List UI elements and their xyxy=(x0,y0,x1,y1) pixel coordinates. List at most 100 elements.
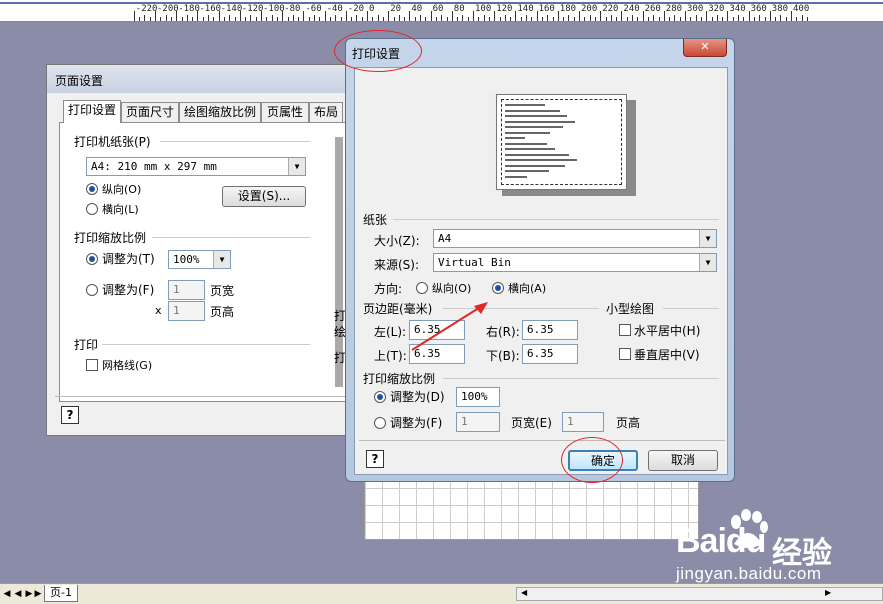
chevron-down-icon[interactable]: ▼ xyxy=(699,230,716,247)
page-setup-dialog: 页面设置 打印设置 页面尺寸 绘图缩放比例 页属性 布局 打印机纸张(P) A4… xyxy=(46,64,351,436)
fit-to-pages-radio[interactable] xyxy=(86,284,98,296)
fit-wide-input[interactable]: 1 xyxy=(168,280,205,300)
portrait-radio[interactable] xyxy=(86,183,98,195)
adjust-to-percent-radio[interactable] xyxy=(86,253,98,265)
ruler-minor-tick xyxy=(547,15,549,21)
zoom-percent-input[interactable]: 100% xyxy=(456,387,500,407)
ruler-minor-tick xyxy=(568,15,570,21)
close-icon[interactable]: ✕ xyxy=(683,39,727,57)
paper-size-select[interactable]: A4: 210 mm x 297 mm ▼ xyxy=(86,157,306,176)
bottom-margin-input[interactable]: 6.35 xyxy=(522,344,578,364)
ruler-label: 220 xyxy=(602,4,619,14)
ruler-minor-tick xyxy=(711,17,713,21)
ruler-minor-tick xyxy=(234,17,236,21)
baidu-watermark: Baidu 经验 jingyan.baidu.com xyxy=(676,508,866,586)
group-divider xyxy=(393,219,719,220)
ruler-label: -60 xyxy=(305,4,322,14)
ruler-label: 240 xyxy=(623,4,640,14)
gridlines-label: 网格线(G) xyxy=(102,359,153,372)
last-page-icon[interactable]: ▶ xyxy=(33,587,43,601)
ruler-tick xyxy=(494,11,496,21)
ruler-minor-tick xyxy=(674,15,676,21)
ruler-minor-tick xyxy=(404,17,406,21)
ruler-tick xyxy=(515,11,517,21)
tab-drawing-scale[interactable]: 绘图缩放比例 xyxy=(179,102,261,122)
fit-wide-input[interactable]: 1 xyxy=(456,412,500,432)
tab-print-setup[interactable]: 打印设置 xyxy=(63,100,121,123)
chevron-down-icon[interactable]: ▼ xyxy=(288,158,305,175)
ruler-minor-tick xyxy=(250,15,252,21)
landscape-radio[interactable] xyxy=(86,203,98,215)
scroll-left-icon[interactable]: ◀ xyxy=(521,588,527,597)
baidu-logo-text: Baidu xyxy=(676,522,766,560)
ruler-minor-tick xyxy=(255,17,257,21)
tab-page-properties[interactable]: 页属性 xyxy=(261,102,309,122)
center-horizontal-checkbox[interactable] xyxy=(619,324,631,336)
ruler-tick xyxy=(345,11,347,21)
ruler-label: 160 xyxy=(538,4,555,14)
ruler-minor-tick xyxy=(372,17,374,21)
ruler-minor-tick xyxy=(510,17,512,21)
tab-page-size[interactable]: 页面尺寸 xyxy=(121,102,179,122)
scroll-right-icon[interactable]: ▶ xyxy=(825,588,831,597)
ruler-minor-tick xyxy=(738,15,739,21)
page-setup-titlebar[interactable]: 页面设置 xyxy=(47,65,349,93)
portrait-radio[interactable] xyxy=(416,282,428,294)
ruler-minor-tick xyxy=(801,15,803,21)
print-setup-body: 纸张 大小(Z): A4 ▼ 来源(S): Virtual Bin ▼ 方向: … xyxy=(354,67,728,475)
ruler-minor-tick xyxy=(420,15,421,21)
chevron-down-icon[interactable]: ▼ xyxy=(699,254,716,271)
preview-margin-box xyxy=(501,99,622,185)
ruler-tick xyxy=(685,11,686,21)
footer-divider xyxy=(359,440,725,441)
gridlines-checkbox[interactable] xyxy=(86,359,98,371)
ruler-minor-tick xyxy=(806,17,808,21)
ruler-tick xyxy=(388,11,390,21)
ruler-minor-tick xyxy=(414,17,416,21)
first-page-icon[interactable]: ◀ xyxy=(2,587,12,601)
fit-tall-input[interactable]: 1 xyxy=(168,301,205,321)
preview-text-line xyxy=(505,120,575,123)
preview-text-line xyxy=(505,175,527,178)
preview-text-line xyxy=(505,137,525,139)
prev-page-icon[interactable]: ◀ xyxy=(13,587,23,601)
landscape-radio[interactable] xyxy=(492,282,504,294)
tab-layout[interactable]: 布局 xyxy=(309,102,343,122)
fit-wide-label: 页宽 xyxy=(210,284,235,298)
size-label: 大小(Z): xyxy=(374,234,420,248)
paper-group-label: 纸张 xyxy=(363,213,388,227)
small-drawing-label: 小型绘图 xyxy=(606,302,655,316)
group-divider xyxy=(443,378,719,379)
help-icon[interactable]: ? xyxy=(366,450,384,468)
ruler-tick xyxy=(155,11,156,21)
right-margin-input[interactable]: 6.35 xyxy=(522,320,578,340)
ruler-minor-tick xyxy=(616,17,618,21)
ruler-minor-tick xyxy=(563,17,565,21)
fit-tall-label: 页高 xyxy=(616,416,641,430)
help-icon[interactable]: ? xyxy=(61,406,79,424)
paper-source-select[interactable]: Virtual Bin ▼ xyxy=(433,253,717,272)
ruler-minor-tick xyxy=(245,17,247,21)
adjust-to-percent-radio[interactable] xyxy=(374,391,386,403)
ruler-minor-tick xyxy=(398,15,400,21)
fit-to-pages-label: 调整为(F) xyxy=(390,416,443,430)
top-margin-label: 上(T): xyxy=(374,349,407,363)
center-vertical-checkbox[interactable] xyxy=(619,348,631,360)
printer-setup-button[interactable]: 设置(S)... xyxy=(222,186,306,207)
cancel-button[interactable]: 取消 xyxy=(648,450,718,471)
ruler-minor-tick xyxy=(759,15,761,21)
ruler-minor-tick xyxy=(732,17,734,21)
zoom-percent-select[interactable]: 100% ▼ xyxy=(168,250,231,269)
ruler-minor-tick xyxy=(292,15,294,21)
page-tab[interactable]: 页-1 xyxy=(44,585,78,602)
horizontal-ruler: -220 -200 -180 -160 -140 -120 -100 -80 -60 -40 -20… xyxy=(0,0,883,22)
ruler-minor-tick xyxy=(658,17,660,21)
ruler-minor-tick xyxy=(504,15,506,21)
ruler-minor-tick xyxy=(457,17,459,21)
fit-to-pages-radio[interactable] xyxy=(374,417,386,429)
ruler-label: 0 xyxy=(369,4,375,14)
paper-size-select[interactable]: A4 ▼ xyxy=(433,229,717,248)
chevron-down-icon[interactable]: ▼ xyxy=(213,251,230,268)
ruler-tick xyxy=(218,11,220,21)
fit-tall-input[interactable]: 1 xyxy=(562,412,604,432)
